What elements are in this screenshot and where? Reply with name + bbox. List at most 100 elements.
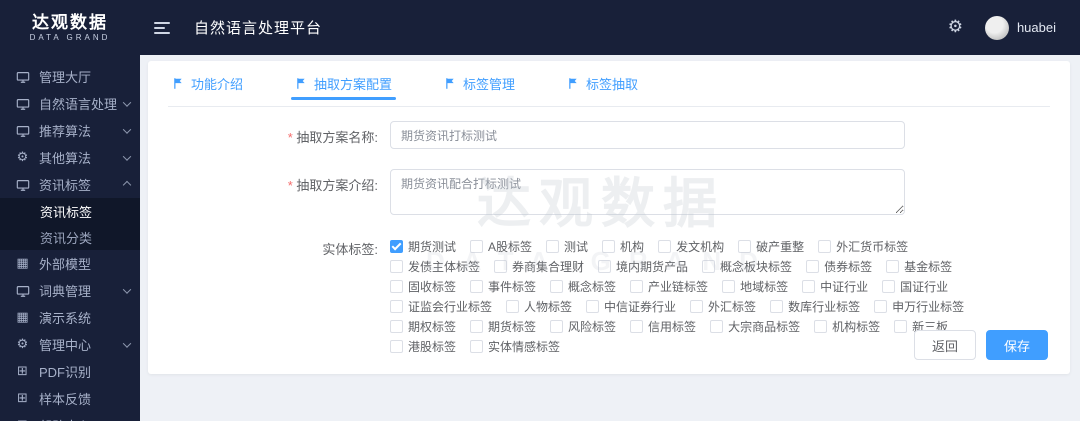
checkbox-icon[interactable] <box>470 320 483 333</box>
checkbox-icon[interactable] <box>390 240 403 253</box>
tag-checkbox-item[interactable]: 机构 <box>602 238 644 255</box>
tag-checkbox-item[interactable]: 信用标签 <box>630 318 696 335</box>
checkbox-icon[interactable] <box>710 320 723 333</box>
tag-checkbox-item[interactable]: 发债主体标签 <box>390 258 480 275</box>
checkbox-icon[interactable] <box>702 260 715 273</box>
tag-checkbox-item[interactable]: A股标签 <box>470 238 532 255</box>
brand-logo: 达观数据 DATA GRAND <box>0 13 140 42</box>
tag-checkbox-item[interactable]: 券商集合理财 <box>494 258 584 275</box>
form-actions: 返回 保存 <box>914 330 1048 360</box>
sidebar-subitem-5[interactable]: 资讯标签 <box>0 198 140 224</box>
tag-checkbox-item[interactable]: 实体情感标签 <box>470 338 560 355</box>
plan-name-input[interactable] <box>390 121 905 149</box>
tag-checkbox-item[interactable]: 破产重整 <box>738 238 804 255</box>
avatar[interactable] <box>985 16 1009 40</box>
tag-checkbox-item[interactable]: 地域标签 <box>722 278 788 295</box>
tab-0[interactable]: 功能介绍 <box>172 61 243 106</box>
checkbox-icon[interactable] <box>390 300 403 313</box>
checkbox-icon[interactable] <box>390 280 403 293</box>
tag-checkbox-item[interactable]: 人物标签 <box>506 298 572 315</box>
sidebar-item-3[interactable]: ⚙其他算法 <box>0 144 140 171</box>
tag-checkbox-item[interactable]: 风险标签 <box>550 318 616 335</box>
checkbox-icon[interactable] <box>806 260 819 273</box>
save-button[interactable]: 保存 <box>986 330 1048 360</box>
checkbox-icon[interactable] <box>550 280 563 293</box>
checkbox-icon[interactable] <box>506 300 519 313</box>
sidebar-item-8[interactable]: 词典管理 <box>0 277 140 304</box>
tag-checkbox-item[interactable]: 国证行业 <box>882 278 948 295</box>
checkbox-icon[interactable] <box>630 280 643 293</box>
sidebar-item-11[interactable]: ⊞PDF识别 <box>0 358 140 385</box>
checkbox-icon[interactable] <box>586 300 599 313</box>
checkbox-icon[interactable] <box>690 300 703 313</box>
checkbox-icon[interactable] <box>882 280 895 293</box>
sidebar-item-4[interactable]: 资讯标签 <box>0 171 140 198</box>
username[interactable]: huabei <box>1017 20 1056 35</box>
checkbox-icon[interactable] <box>546 240 559 253</box>
tag-checkbox-item[interactable]: 测试 <box>546 238 588 255</box>
checkbox-icon[interactable] <box>802 280 815 293</box>
sidebar-subitem-6[interactable]: 资讯分类 <box>0 224 140 250</box>
checkbox-icon[interactable] <box>630 320 643 333</box>
checkbox-icon[interactable] <box>390 320 403 333</box>
checkbox-icon[interactable] <box>874 300 887 313</box>
checkbox-icon[interactable] <box>770 300 783 313</box>
tag-checkbox-item[interactable]: 基金标签 <box>886 258 952 275</box>
tag-checkbox-item[interactable]: 机构标签 <box>814 318 880 335</box>
sidebar-item-13[interactable]: ⊞帮助中心 <box>0 412 140 421</box>
sidebar-item-2[interactable]: 推荐算法 <box>0 117 140 144</box>
sidebar-item-0[interactable]: 管理大厅 <box>0 63 140 90</box>
back-button[interactable]: 返回 <box>914 330 976 360</box>
tag-label: 境内期货产品 <box>616 258 688 275</box>
tag-checkbox-item[interactable]: 发文机构 <box>658 238 724 255</box>
tag-checkbox-item[interactable]: 产业链标签 <box>630 278 708 295</box>
tag-checkbox-item[interactable]: 大宗商品标签 <box>710 318 800 335</box>
checkbox-icon[interactable] <box>658 240 671 253</box>
sidebar-item-1[interactable]: 自然语言处理 <box>0 90 140 117</box>
checkbox-icon[interactable] <box>818 240 831 253</box>
tab-3[interactable]: 标签抽取 <box>567 61 638 106</box>
checkbox-icon[interactable] <box>470 240 483 253</box>
checkbox-icon[interactable] <box>886 260 899 273</box>
sidebar-item-7[interactable]: ▦外部模型 <box>0 250 140 277</box>
tag-checkbox-item[interactable]: 港股标签 <box>390 338 456 355</box>
sidebar-item-10[interactable]: ⚙管理中心 <box>0 331 140 358</box>
tag-checkbox-item[interactable]: 中证行业 <box>802 278 868 295</box>
tag-checkbox-item[interactable]: 外汇标签 <box>690 298 756 315</box>
tag-checkbox-item[interactable]: 数库行业标签 <box>770 298 860 315</box>
tag-checkbox-item[interactable]: 证监会行业标签 <box>390 298 492 315</box>
checkbox-icon[interactable] <box>894 320 907 333</box>
tag-checkbox-item[interactable]: 债券标签 <box>806 258 872 275</box>
tag-checkbox-item[interactable]: 事件标签 <box>470 278 536 295</box>
checkbox-icon[interactable] <box>598 260 611 273</box>
plan-desc-textarea[interactable]: 期货资讯配合打标测试 <box>390 169 905 215</box>
tag-checkbox-item[interactable]: 概念板块标签 <box>702 258 792 275</box>
tag-checkbox-item[interactable]: 期货标签 <box>470 318 536 335</box>
checkbox-icon[interactable] <box>390 260 403 273</box>
tag-checkbox-item[interactable]: 申万行业标签 <box>874 298 964 315</box>
checkbox-icon[interactable] <box>722 280 735 293</box>
checkbox-icon[interactable] <box>814 320 827 333</box>
tag-checkbox-item[interactable]: 固收标签 <box>390 278 456 295</box>
checkbox-icon[interactable] <box>470 340 483 353</box>
checkbox-icon[interactable] <box>550 320 563 333</box>
tag-checkbox-item[interactable]: 外汇货币标签 <box>818 238 908 255</box>
tag-checkbox-item[interactable]: 概念标签 <box>550 278 616 295</box>
gear-icon[interactable]: ⚙ <box>948 19 963 36</box>
checkbox-icon[interactable] <box>390 340 403 353</box>
checkbox-icon[interactable] <box>602 240 615 253</box>
tag-checkbox-item[interactable]: 境内期货产品 <box>598 258 688 275</box>
chevron-down-icon <box>123 339 131 347</box>
tab-2[interactable]: 标签管理 <box>444 61 515 106</box>
tab-1[interactable]: 抽取方案配置 <box>295 61 392 106</box>
checkbox-icon[interactable] <box>494 260 507 273</box>
hamburger-icon[interactable] <box>154 19 172 37</box>
tag-checkbox-item[interactable]: 期货测试 <box>390 238 456 255</box>
checkbox-icon[interactable] <box>738 240 751 253</box>
sidebar-item-12[interactable]: ⊞样本反馈 <box>0 385 140 412</box>
checkbox-icon[interactable] <box>470 280 483 293</box>
sidebar-item-9[interactable]: ▦演示系统 <box>0 304 140 331</box>
sidebar-item-label: 演示系统 <box>39 308 130 327</box>
tag-checkbox-item[interactable]: 中信证券行业 <box>586 298 676 315</box>
tag-checkbox-item[interactable]: 期权标签 <box>390 318 456 335</box>
